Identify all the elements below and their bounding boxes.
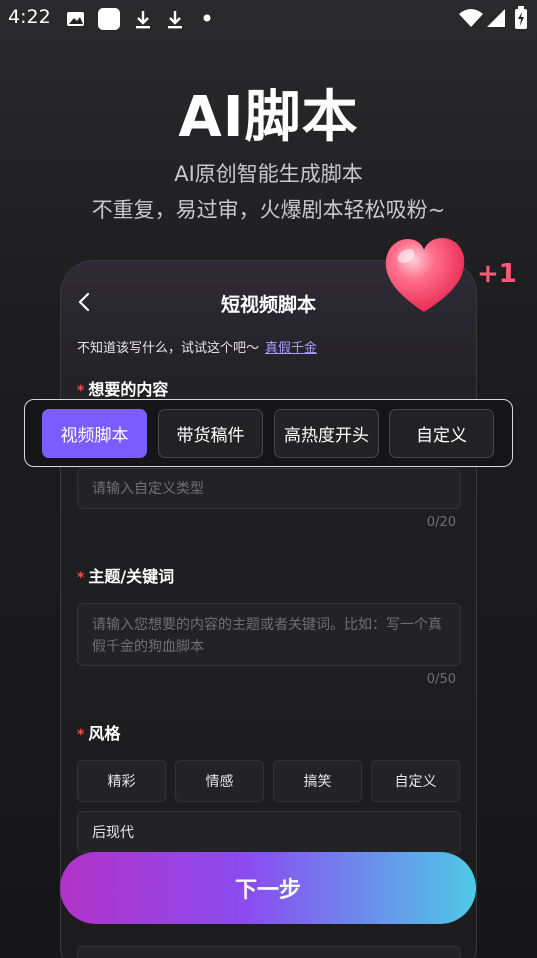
custom-type-input[interactable]: 请输入自定义类型 <box>77 468 461 509</box>
type-option-custom[interactable]: 自定义 <box>389 409 494 458</box>
topic-label: * 主题/关键词 <box>77 567 175 586</box>
custom-style-input[interactable]: 后现代 <box>77 811 461 853</box>
required-mark: * <box>77 727 85 743</box>
status-bar: 4:22 <box>0 0 537 38</box>
type-option-video-script[interactable]: 视频脚本 <box>42 409 147 458</box>
content-label: * 想要的内容 <box>77 380 169 399</box>
hero-subtitle: AI原创智能生成脚本 <box>174 162 363 186</box>
page-title: AI脚本 <box>178 85 359 150</box>
dot-icon <box>203 14 211 22</box>
plus-one-badge: +1 <box>477 259 517 289</box>
required-mark: * <box>77 570 85 586</box>
style-option-funny[interactable]: 搞笑 <box>273 760 362 802</box>
download-icon <box>136 11 150 29</box>
next-step-button[interactable]: 下一步 <box>60 852 476 924</box>
custom-type-counter: 0/20 <box>426 515 456 530</box>
style-option-exciting[interactable]: 精彩 <box>77 760 166 802</box>
square-icon <box>98 8 120 30</box>
status-time: 4:22 <box>8 6 51 28</box>
tip-text: 不知道该写什么，试试这个吧～ <box>77 341 260 356</box>
wifi-icon <box>459 9 483 27</box>
hero-tagline: 不重复，易过审，火爆剧本轻松吸粉~ <box>91 198 446 222</box>
download-icon <box>168 11 182 29</box>
tip-suggestion-link[interactable]: 真假千金 <box>265 341 317 356</box>
type-option-sales-copy[interactable]: 带货稿件 <box>158 409 263 458</box>
required-mark: * <box>77 383 85 399</box>
heart-icon <box>385 238 465 312</box>
suggestion-tip: 不知道该写什么，试试这个吧～ 真假千金 <box>77 337 317 356</box>
topic-input[interactable]: 请输入您想要的内容的主题或者关键词。比如：写一个真假千金的狗血脚本 <box>77 603 461 666</box>
next-field[interactable] <box>77 946 461 958</box>
signal-icon <box>487 9 505 27</box>
type-option-hot-opening[interactable]: 高热度开头 <box>274 409 379 458</box>
style-option-custom[interactable]: 自定义 <box>371 760 460 802</box>
image-icon <box>67 12 84 26</box>
style-option-emotional[interactable]: 情感 <box>175 760 264 802</box>
battery-icon <box>515 6 527 29</box>
topic-counter: 0/50 <box>426 672 456 687</box>
style-label: * 风格 <box>77 724 121 743</box>
